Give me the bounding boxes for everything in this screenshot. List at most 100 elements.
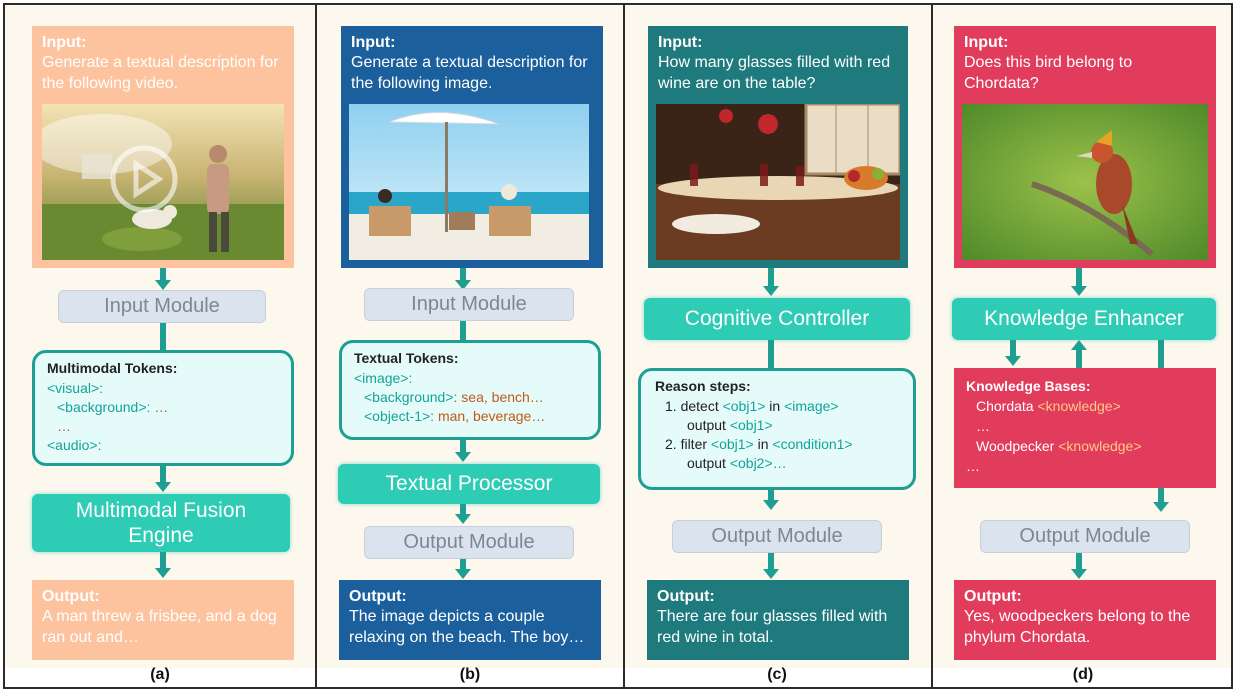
output-label: Output: [349, 588, 407, 605]
step-2-output: output <obj2>… [655, 454, 899, 473]
output-label: Output: [657, 588, 715, 605]
panel-c-output-box: Output: There are four glasses filled wi… [647, 580, 909, 660]
kb-ellipsis: … [976, 418, 990, 434]
token-image: <image>: [354, 370, 413, 386]
kb-tag: <knowledge> [1037, 398, 1121, 414]
token-audio: <audio>: [47, 437, 102, 453]
step-text: in [765, 398, 785, 414]
caption-b: (b) [459, 666, 481, 683]
step-2: 2. filter <obj1> in <condition1> [655, 435, 899, 454]
arrow-head [455, 514, 471, 524]
kb-entry: Chordata <knowledge> [966, 396, 1204, 416]
arrow-head [763, 569, 779, 579]
output-label: Output: [42, 588, 100, 605]
textual-tokens-box: Textual Tokens: <image>: <background>: s… [339, 340, 601, 440]
separator [931, 5, 933, 687]
kb-text: Chordata [976, 398, 1038, 414]
kb-ellipsis: … [966, 458, 980, 474]
input-label: Input: [42, 34, 87, 51]
step-text: 2. filter [665, 436, 711, 452]
input-text: Does this bird belong to Chordata? [964, 54, 1133, 92]
step-text: 1. detect [665, 398, 723, 414]
dining-table-image [656, 104, 900, 260]
arrow [160, 552, 166, 568]
arrow [460, 559, 466, 569]
arrow [768, 553, 774, 569]
panel-b-output-box: Output: The image depicts a couple relax… [339, 580, 601, 660]
output-text: Yes, woodpeckers belong to the phylum Ch… [964, 608, 1191, 646]
step-1: 1. detect <obj1> in <image> [655, 397, 899, 416]
arrow [1158, 488, 1164, 502]
token-value: : man, beverage… [430, 408, 546, 424]
output-module: Output Module [672, 520, 882, 553]
token-value: … [150, 399, 169, 415]
kb-entry: Woodpecker <knowledge> [966, 436, 1204, 456]
step-text: in [753, 436, 773, 452]
output-label: Output: [964, 588, 1022, 605]
input-text: Generate a textual description for the f… [351, 54, 588, 92]
arrow [1076, 268, 1082, 286]
arrow-head [763, 500, 779, 510]
knowledge-enhancer: Knowledge Enhancer [952, 298, 1216, 340]
kb-tag: <knowledge> [1058, 438, 1142, 454]
tokens-title: Textual Tokens: [354, 350, 459, 366]
input-text: Generate a textual description for the f… [42, 54, 279, 92]
token-background: <background> [364, 389, 454, 405]
caption-c: (c) [767, 666, 787, 683]
step-text: output [687, 455, 730, 471]
arrow-head [155, 280, 171, 290]
step-tag: <condition1> [772, 436, 853, 452]
textual-processor: Textual Processor [338, 464, 600, 504]
panel-a-output-box: Output: A man threw a frisbee, and a dog… [32, 580, 294, 660]
input-module: Input Module [364, 288, 574, 321]
arrow-head [1071, 286, 1087, 296]
output-text: A man threw a frisbee, and a dog ran out… [42, 608, 277, 646]
output-module: Output Module [980, 520, 1190, 553]
arrow-head [155, 482, 171, 492]
steps-title: Reason steps: [655, 378, 751, 394]
arrow-up-center [1076, 350, 1082, 368]
step-1-output: output <obj1> [655, 416, 899, 435]
token-ellipsis: … [57, 418, 71, 434]
step-text: output [687, 417, 730, 433]
knowledge-bases-box: Knowledge Bases: Chordata <knowledge> … … [954, 368, 1216, 488]
arrow [160, 323, 166, 351]
input-label: Input: [658, 34, 703, 51]
panel-d-output-box: Output: Yes, woodpeckers belong to the p… [954, 580, 1216, 660]
token-value: : sea, bench… [453, 389, 544, 405]
play-icon[interactable] [109, 144, 179, 219]
output-text: The image depicts a couple relaxing on t… [349, 608, 585, 646]
beach-image [349, 104, 589, 260]
arrow-head [1071, 340, 1087, 350]
arrow-head [1071, 569, 1087, 579]
multimodal-tokens-box: Multimodal Tokens: <visual>: <background… [32, 350, 294, 466]
step-tag: <obj2>… [729, 455, 787, 471]
arrow [160, 466, 166, 482]
input-text: How many glasses filled with red wine ar… [658, 54, 891, 92]
caption-d: (d) [1072, 666, 1094, 683]
input-label: Input: [351, 34, 396, 51]
cognitive-controller: Cognitive Controller [644, 298, 910, 340]
input-label: Input: [964, 34, 1009, 51]
separator [623, 5, 625, 687]
arrow [460, 268, 466, 280]
arrow-head [1153, 502, 1169, 512]
token-background: <background>: [57, 399, 151, 415]
kb-text: Woodpecker [976, 438, 1059, 454]
arrow-head [455, 452, 471, 462]
step-tag: <obj1> [729, 417, 773, 433]
kb-title: Knowledge Bases: [966, 378, 1091, 394]
input-module: Input Module [58, 290, 266, 323]
module-label: Multimodal Fusion Engine [75, 499, 247, 547]
arrow [1076, 553, 1082, 569]
woodpecker-image [962, 104, 1208, 260]
multimodal-fusion-engine: Multimodal Fusion Engine [32, 494, 290, 552]
output-text: There are four glasses filled with red w… [657, 608, 888, 646]
token-visual: <visual>: [47, 380, 104, 396]
output-module: Output Module [364, 526, 574, 559]
arrow-head [1005, 356, 1021, 366]
arrow-right-line [1158, 340, 1164, 368]
arrow [160, 268, 166, 280]
arrow [768, 268, 774, 286]
arrow-down-left [1010, 340, 1016, 356]
